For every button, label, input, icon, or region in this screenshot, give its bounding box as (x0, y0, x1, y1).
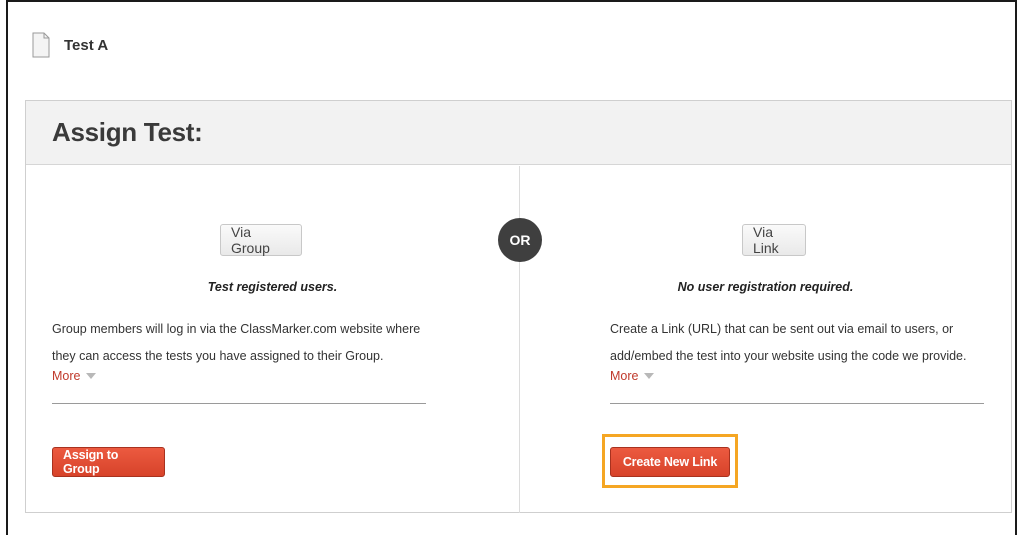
panel-header: Assign Test: (26, 101, 1011, 165)
via-link-description-line: add/embed the test into your website usi… (610, 349, 967, 363)
via-group-description-line: they can access the tests you have assig… (52, 349, 384, 363)
divider (610, 403, 984, 404)
via-link-section: Via Link No user registration required. … (520, 166, 1011, 513)
test-header: Test A (32, 30, 108, 60)
assign-test-panel: Assign Test: Via Group Test registered u… (25, 100, 1012, 513)
via-group-description-line: Group members will log in via the ClassM… (52, 322, 421, 336)
via-link-description-line: Create a Link (URL) that can be sent out… (610, 322, 954, 336)
via-group-more-link[interactable]: More (52, 369, 97, 383)
caret-down-icon (86, 373, 97, 379)
caret-down-icon (644, 373, 655, 379)
via-link-more-link[interactable]: More (610, 369, 655, 383)
via-group-section: Via Group Test registered users. Group m… (26, 166, 520, 513)
via-group-button[interactable]: Via Group (220, 224, 302, 256)
document-icon (32, 32, 50, 58)
via-group-subtitle: Test registered users. (207, 280, 338, 294)
via-group-description: Group members will log in via the ClassM… (52, 316, 472, 370)
test-title: Test A (64, 36, 109, 54)
via-link-description: Create a Link (URL) that can be sent out… (610, 316, 1000, 370)
via-link-subtitle: No user registration required. (677, 280, 854, 294)
create-new-link-button[interactable]: Create New Link (610, 447, 730, 477)
more-label: More (52, 369, 81, 383)
or-badge: OR (498, 218, 542, 262)
assign-to-group-button[interactable]: Assign to Group (52, 447, 165, 477)
divider (52, 403, 426, 404)
panel-title: Assign Test: (52, 117, 203, 147)
more-label: More (610, 369, 639, 383)
via-link-button[interactable]: Via Link (742, 224, 806, 256)
